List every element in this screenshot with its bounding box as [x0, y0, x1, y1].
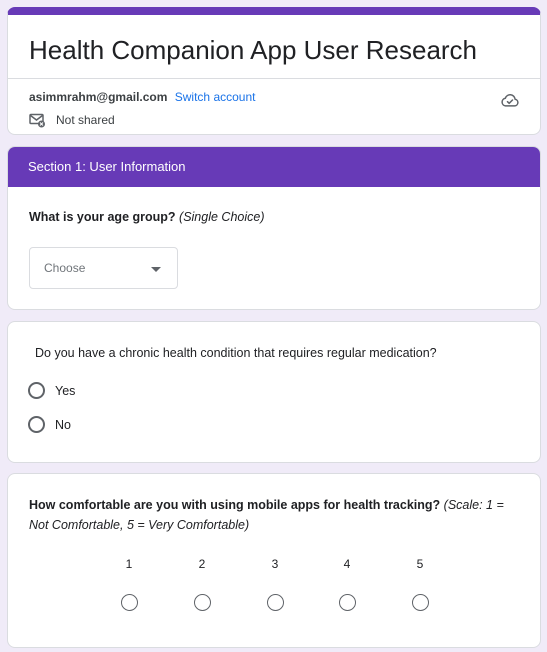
scale-radio-1[interactable] — [120, 594, 138, 611]
scale-radio-4[interactable] — [338, 594, 356, 611]
scale-label-4: 4 — [343, 557, 351, 571]
form-title: Health Companion App User Research — [29, 35, 478, 65]
radio-option-no[interactable]: No — [28, 416, 71, 433]
age-group-dropdown[interactable]: Choose — [29, 247, 178, 289]
radio-option-yes[interactable]: Yes — [28, 382, 75, 399]
header-divider — [8, 78, 540, 79]
radio-button[interactable] — [28, 382, 45, 399]
question-comfort-text: How comfortable are you with using mobil… — [29, 498, 441, 512]
question-chronic-title: Do you have a chronic health condition t… — [35, 346, 437, 360]
mail-not-shared-icon — [29, 113, 45, 127]
question-age-text: What is your age group? — [29, 210, 176, 224]
scale-label-5: 5 — [416, 557, 424, 571]
cloud-saved-icon — [501, 94, 519, 107]
switch-account-link[interactable]: Switch account — [175, 90, 256, 104]
question-age-title: What is your age group? (Single Choice) — [29, 207, 265, 227]
scale-radio-3[interactable] — [266, 594, 284, 611]
not-shared-label: Not shared — [56, 113, 115, 127]
form-header-card: Health Companion App User Research asimm… — [7, 7, 541, 135]
section-card: Section 1: User Information What is your… — [7, 146, 541, 310]
scale-radio-2[interactable] — [193, 594, 211, 611]
caret-down-icon — [151, 267, 161, 272]
question-comfort-title: How comfortable are you with using mobil… — [29, 495, 516, 535]
scale-radio-5[interactable] — [411, 594, 429, 611]
account-email: asimmrahm@gmail.com — [29, 90, 168, 104]
radio-label-yes: Yes — [55, 383, 76, 398]
radio-button[interactable] — [28, 416, 45, 433]
question-age-hint: (Single Choice) — [179, 210, 265, 224]
question-chronic-card: Do you have a chronic health condition t… — [7, 321, 541, 463]
not-shared-status: Not shared — [29, 112, 115, 128]
account-line: asimmrahm@gmail.com Switch account — [29, 89, 255, 105]
scale-label-1: 1 — [125, 557, 133, 571]
dropdown-value: Choose — [44, 261, 86, 275]
scale-label-3: 3 — [271, 557, 279, 571]
radio-label-no: No — [55, 417, 71, 432]
question-comfort-card: How comfortable are you with using mobil… — [7, 473, 541, 648]
section-title: Section 1: User Information — [8, 147, 540, 187]
scale-label-2: 2 — [198, 557, 206, 571]
